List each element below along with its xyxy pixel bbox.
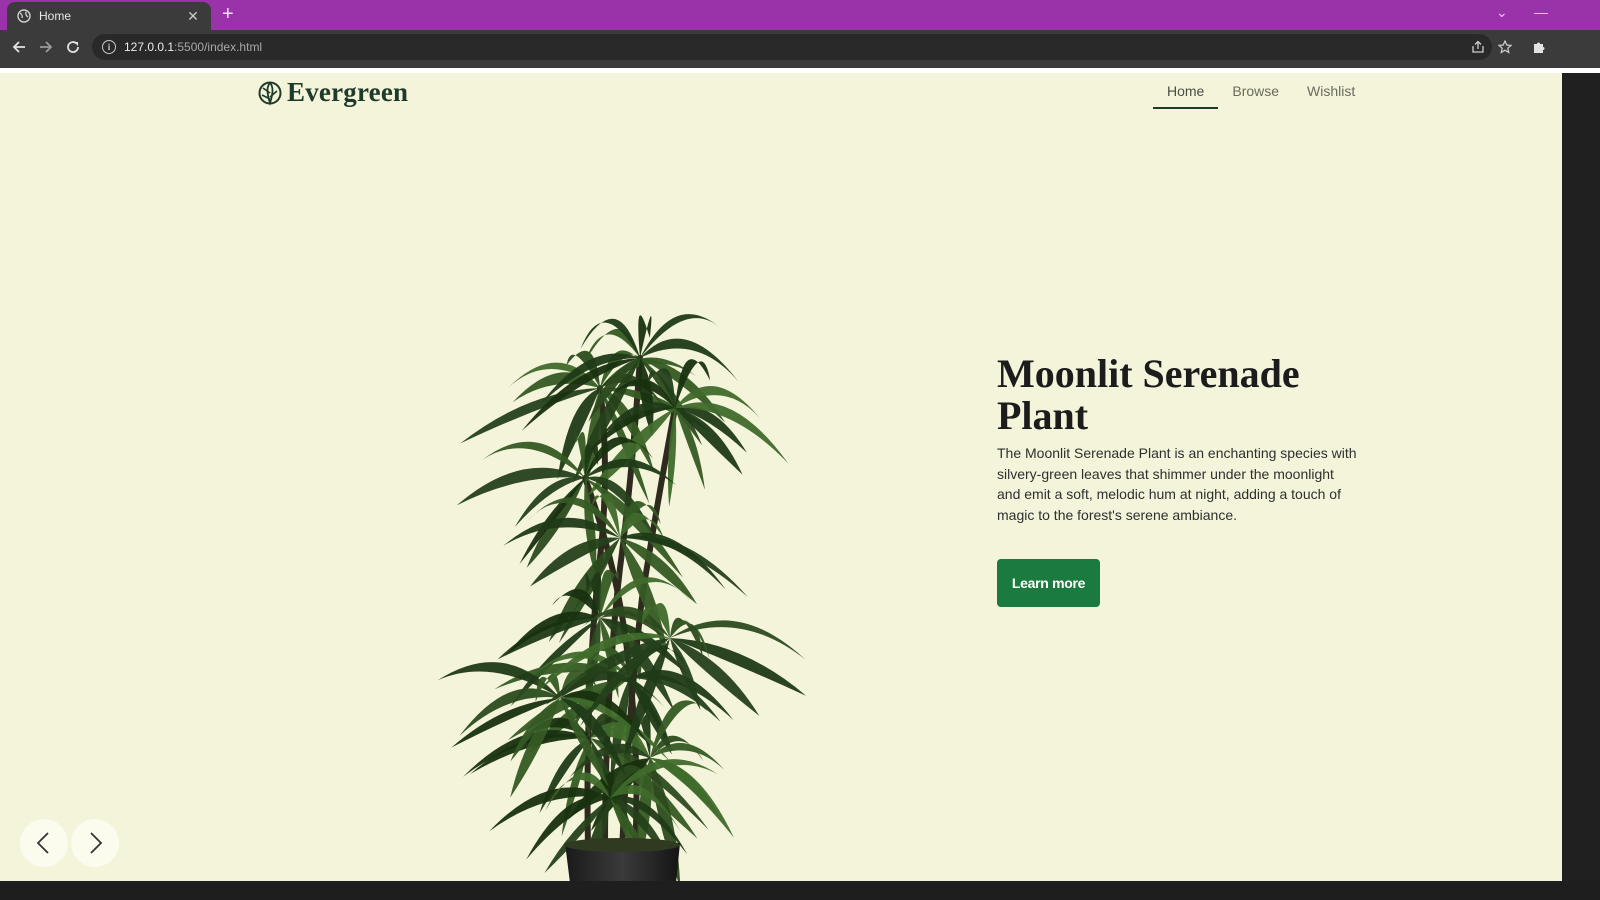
arrow-right-icon	[39, 41, 52, 53]
learn-more-button[interactable]: Learn more	[997, 559, 1100, 607]
brand-name: Evergreen	[287, 77, 409, 107]
minimize-button[interactable]: —	[1534, 4, 1548, 20]
bookmark-star-icon[interactable]	[1493, 35, 1517, 59]
page-viewport: Evergreen Home Browse Wishlist Moonlit S…	[0, 73, 1562, 881]
url-host: 127.0.0.1	[124, 40, 175, 54]
nav-link-browse[interactable]: Browse	[1218, 73, 1293, 109]
site-info-icon[interactable]: i	[102, 40, 116, 54]
new-tab-button[interactable]: +	[222, 4, 234, 24]
plant-image	[437, 314, 807, 881]
url-path: :5500/index.html	[174, 40, 263, 54]
tab-search-icon[interactable]: ⌄	[1496, 4, 1508, 21]
chevron-left-icon	[36, 832, 49, 854]
brand-logo-link[interactable]: Evergreen	[258, 77, 408, 108]
carousel-next-button[interactable]	[71, 819, 119, 867]
main-nav: Home Browse Wishlist	[1153, 73, 1369, 109]
browser-tab-strip: Home ✕ + ⌄ —	[0, 0, 1600, 30]
back-button[interactable]	[5, 34, 32, 61]
close-tab-icon[interactable]: ✕	[185, 8, 201, 25]
address-bar[interactable]: i 127.0.0.1:5500/index.html	[92, 34, 1492, 60]
tab-title: Home	[39, 9, 72, 23]
arrow-left-icon	[12, 41, 25, 53]
leaf-globe-icon	[258, 81, 282, 106]
forward-button[interactable]	[32, 34, 59, 61]
hero-title: Moonlit Serenade Plant	[997, 351, 1300, 438]
nav-link-home[interactable]: Home	[1153, 73, 1219, 109]
window-bottom-edge	[0, 881, 1600, 900]
nav-link-wishlist[interactable]: Wishlist	[1293, 73, 1369, 109]
chevron-right-icon	[90, 832, 103, 854]
globe-icon	[17, 9, 31, 23]
browser-tab-home[interactable]: Home ✕	[7, 2, 211, 30]
carousel-prev-button[interactable]	[20, 819, 68, 867]
reload-button[interactable]	[59, 34, 86, 61]
hero-description: The Moonlit Serenade Plant is an enchant…	[997, 445, 1357, 523]
reload-icon	[66, 41, 79, 53]
share-icon[interactable]	[1466, 35, 1490, 59]
extensions-puzzle-icon[interactable]	[1527, 35, 1551, 59]
browser-toolbar: i 127.0.0.1:5500/index.html	[0, 30, 1600, 64]
window-right-edge	[1562, 73, 1600, 881]
